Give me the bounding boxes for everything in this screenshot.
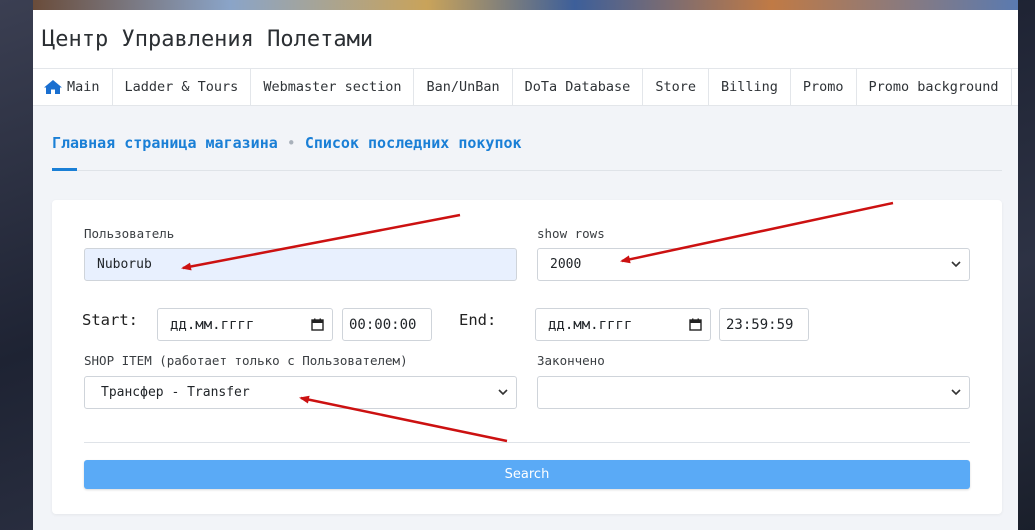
user-input-value: Nuborub	[97, 257, 152, 272]
tab-divider	[52, 170, 1002, 171]
tab-store-main[interactable]: Главная страница магазина	[52, 134, 278, 152]
search-form-card: Пользователь Nuborub show rows 2000 Star…	[52, 200, 1002, 514]
chevron-down-icon	[951, 261, 961, 268]
form-divider	[84, 442, 970, 443]
top-banner-strip	[33, 0, 1018, 10]
nav-item-ladder-tours[interactable]: Ladder & Tours	[113, 69, 252, 105]
search-button[interactable]: Search	[84, 460, 970, 489]
nav-item-label: Main	[67, 79, 100, 95]
rows-select-value: 2000	[550, 257, 582, 272]
rows-label: show rows	[537, 226, 605, 241]
rows-select[interactable]: 2000	[537, 248, 970, 281]
end-date-input[interactable]: дд.мм.гггг	[535, 308, 711, 341]
shop-item-select[interactable]: Трансфер - Transfer	[84, 376, 517, 409]
start-time-input[interactable]: 00:00:00	[342, 308, 432, 341]
header: Центр Управления Полетами	[33, 10, 1018, 69]
nav-item-main[interactable]: Main	[33, 69, 113, 105]
tab-separator: •	[286, 134, 296, 152]
end-date-value: дд.мм.гггг	[548, 316, 633, 333]
tab-recent-purchases[interactable]: Список последних покупок	[305, 134, 522, 152]
nav-item-billing[interactable]: Billing	[709, 69, 791, 105]
shop-item-select-value: Трансфер - Transfer	[101, 385, 250, 400]
app-title: Центр Управления Полетами	[42, 27, 374, 52]
nav-item-webmaster-section[interactable]: Webmaster section	[251, 69, 415, 105]
nav-item-promo-background[interactable]: Promo background	[857, 69, 1012, 105]
home-icon	[43, 79, 63, 95]
nav-item-promo[interactable]: Promo	[791, 69, 857, 105]
active-tab-indicator	[52, 168, 77, 171]
end-time-input[interactable]: 23:59:59	[719, 308, 809, 341]
calendar-icon	[689, 318, 702, 331]
end-label: End:	[459, 311, 497, 329]
user-input[interactable]: Nuborub	[84, 248, 517, 281]
start-date-input[interactable]: дд.мм.гггг	[157, 308, 333, 341]
start-date-value: дд.мм.гггг	[170, 316, 255, 333]
user-label: Пользователь	[84, 226, 175, 241]
start-label: Start:	[82, 311, 138, 329]
nav-item-dota-database[interactable]: DoTa Database	[513, 69, 644, 105]
store-tabs: Главная страница магазина • Список после…	[52, 134, 522, 152]
start-time-value: 00:00:00	[349, 316, 417, 333]
chevron-down-icon	[498, 389, 508, 396]
navbar: Main Ladder & Tours Webmaster section Ba…	[33, 69, 1018, 106]
calendar-icon	[311, 318, 324, 331]
nav-item-store[interactable]: Store	[643, 69, 709, 105]
finished-select[interactable]	[537, 376, 970, 409]
shop-item-label: SHOP ITEM (работает только с Пользовател…	[84, 353, 408, 368]
nav-item-ban-unban[interactable]: Ban/UnBan	[414, 69, 513, 105]
main-panel: Центр Управления Полетами Main Ladder & …	[33, 10, 1018, 530]
finished-label: Закончено	[537, 353, 605, 368]
end-time-value: 23:59:59	[726, 316, 794, 333]
chevron-down-icon	[951, 389, 961, 396]
